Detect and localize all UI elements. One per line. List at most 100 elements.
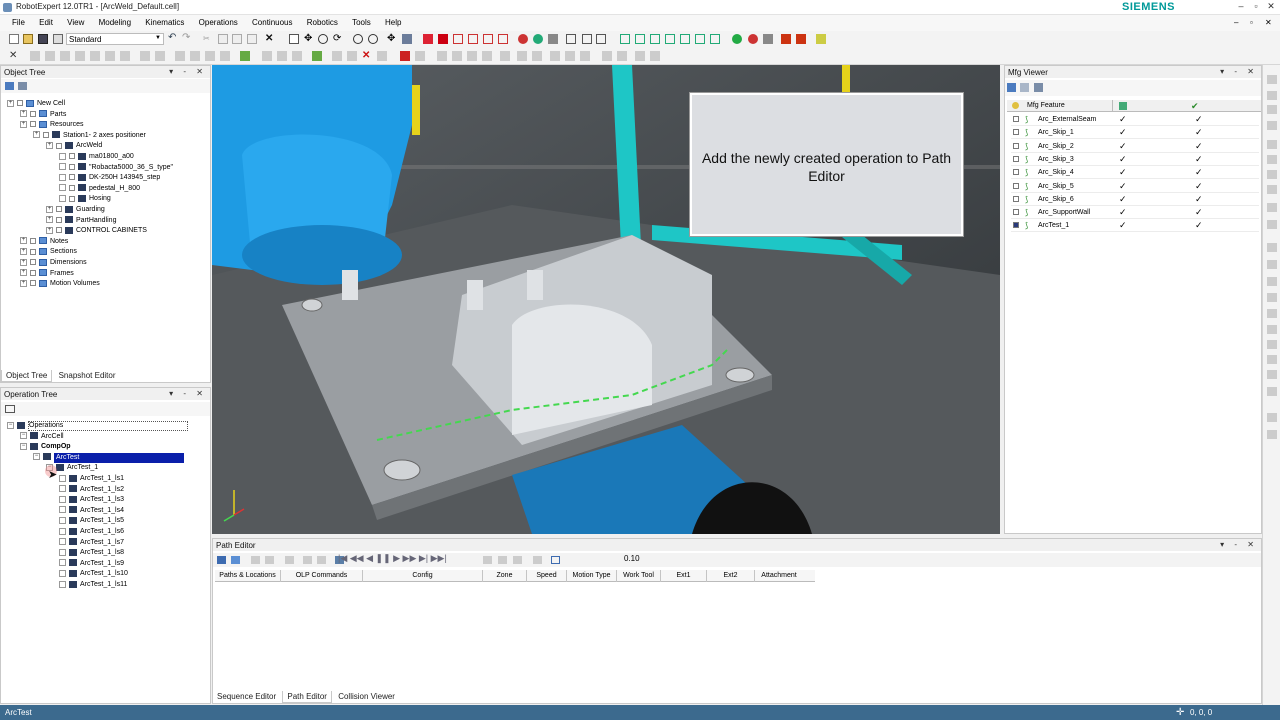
column-motion-type[interactable]: Motion Type (567, 570, 617, 582)
tb2-icon-17[interactable] (292, 51, 302, 61)
robot-jog-icon[interactable] (732, 34, 742, 44)
operation-tree-item[interactable]: ArcTest_1_ls6 (59, 527, 124, 537)
object-tree-item[interactable]: pedestal_H_800 (59, 184, 140, 194)
clipboard-icon[interactable] (247, 34, 257, 44)
tb2-icon-16[interactable] (277, 51, 287, 61)
panel-controls-icon[interactable]: ▾ ‑ ✕ (1220, 67, 1258, 76)
mdi-restore-icon[interactable]: ▫ (1250, 15, 1253, 27)
expand-icon[interactable]: + (7, 99, 14, 107)
side-icon-9[interactable] (1267, 203, 1277, 212)
object-tree-item[interactable]: + Parts (20, 110, 66, 120)
layout-icon[interactable] (53, 34, 63, 44)
mfg-checkbox-icon[interactable] (1013, 155, 1019, 162)
side-icon-11[interactable] (1267, 243, 1277, 252)
tb2-icon-2[interactable] (45, 51, 55, 61)
side-icon-1[interactable] (1267, 75, 1277, 84)
display-checkbox-icon[interactable] (30, 110, 36, 117)
mfg-checkbox-icon[interactable] (1013, 142, 1019, 149)
outline-icon[interactable] (483, 34, 493, 44)
pe-icon-13[interactable] (551, 556, 560, 564)
mfg-row[interactable]: ⟆ ArcTest_1 ✓ ✓ (1011, 219, 1259, 233)
expand-icon[interactable] (59, 548, 66, 556)
operation-tree-item[interactable]: ArcTest_1_ls10 (59, 569, 128, 579)
layer5-icon[interactable] (680, 34, 690, 44)
tab-object-tree[interactable]: Object Tree (1, 370, 53, 382)
tb2-icon-11[interactable] (190, 51, 200, 61)
object-tree-item[interactable]: + Station1- 2 axes positioner (33, 131, 146, 141)
pe-icon-9[interactable] (483, 556, 492, 564)
save-icon[interactable] (38, 34, 48, 44)
side-icon-21[interactable] (1267, 413, 1277, 422)
tb2-icon-1[interactable] (30, 51, 40, 61)
expand-icon[interactable] (59, 163, 66, 171)
mfg-checkbox-icon[interactable] (1013, 209, 1019, 216)
object-tree-item[interactable]: + Resources (20, 120, 83, 130)
tb2-icon-9[interactable] (155, 51, 165, 61)
mfg-settings-icon[interactable] (1020, 83, 1029, 92)
column-attachment[interactable]: Attachment (755, 570, 803, 582)
object-tree-item[interactable]: + PartHandling (46, 216, 116, 226)
object-tree-item[interactable]: + Sections (20, 247, 77, 257)
marker-icon[interactable] (533, 34, 543, 44)
mfg-row[interactable]: ⟆ Arc_Skip_1 ✓ ✓ (1011, 126, 1259, 140)
object-tree-item[interactable]: + Dimensions (20, 258, 87, 268)
side-icon-2[interactable] (1267, 91, 1277, 100)
mdi-minimize-icon[interactable]: – (1234, 15, 1238, 27)
side-icon-14[interactable] (1267, 293, 1277, 302)
tb2-icon-15[interactable] (262, 51, 272, 61)
display-checkbox-icon[interactable] (43, 131, 49, 138)
tree-options-icon[interactable] (18, 82, 27, 90)
expand-icon[interactable]: − (20, 432, 27, 440)
operation-tree-item[interactable]: − CompOp (20, 442, 71, 452)
tb2-icon-10[interactable] (175, 51, 185, 61)
tb2-icon-30[interactable] (532, 51, 542, 61)
zoom-box-icon[interactable] (368, 34, 378, 44)
mfg-row[interactable]: ⟆ Arc_Skip_6 ✓ ✓ (1011, 193, 1259, 206)
tb2-delete-icon[interactable]: ✕ (362, 51, 372, 61)
expand-icon[interactable] (59, 580, 66, 588)
column-speed[interactable]: Speed (527, 570, 567, 582)
side-icon-10[interactable] (1267, 220, 1277, 229)
operation-tree-item[interactable]: ArcTest_1_ls8 (59, 548, 124, 558)
tb2-icon-7[interactable] (120, 51, 130, 61)
tree-filter-icon[interactable] (5, 405, 15, 413)
tb2-icon-6[interactable] (105, 51, 115, 61)
object-tree-item[interactable]: + Guarding (46, 205, 105, 215)
display-checkbox-icon[interactable] (69, 195, 75, 202)
move-down-icon[interactable] (317, 556, 326, 564)
side-icon-18[interactable] (1267, 355, 1277, 364)
operation-tree-item[interactable]: ArcTest_1_ls2 (59, 485, 124, 495)
tb2-icon-36[interactable] (635, 51, 645, 61)
object-tree-item[interactable]: + CONTROL CABINETS (46, 226, 147, 236)
expand-icon[interactable] (59, 152, 66, 160)
operation-tree-item[interactable]: − ArcTest (33, 452, 184, 463)
paste-icon[interactable] (232, 34, 242, 44)
object-tree-item[interactable]: + Notes (20, 237, 68, 247)
object-tree-item[interactable]: "Robacta5000_36_S_type" (59, 163, 173, 173)
column-ext2[interactable]: Ext2 (707, 570, 755, 582)
redo-icon[interactable]: ↷ (182, 33, 192, 44)
expand-icon[interactable] (59, 538, 66, 546)
tab-collision-viewer[interactable]: Collision Viewer (334, 691, 399, 702)
mfg-checkbox-icon[interactable] (1013, 222, 1019, 229)
side-icon-8[interactable] (1267, 185, 1277, 194)
tab-snapshot-editor[interactable]: Snapshot Editor (55, 370, 120, 381)
menu-continuous[interactable]: Continuous (252, 15, 292, 27)
pe-icon-12[interactable] (533, 556, 542, 564)
display-checkbox-icon[interactable] (56, 216, 62, 223)
expand-icon[interactable] (59, 173, 66, 181)
layer6-icon[interactable] (695, 34, 705, 44)
menu-modeling[interactable]: Modeling (99, 15, 131, 27)
expand-icon[interactable]: + (20, 279, 27, 287)
deselect-icon[interactable]: ✕ (9, 51, 19, 61)
tb2-icon-22[interactable] (400, 51, 410, 61)
robot-reach-icon[interactable] (748, 34, 758, 44)
tb2-icon-20[interactable] (347, 51, 357, 61)
object-tree-item[interactable]: + Motion Volumes (20, 279, 100, 289)
menu-file[interactable]: File (12, 15, 25, 27)
expand-icon[interactable] (59, 506, 66, 514)
pe-icon-4[interactable] (265, 556, 274, 564)
tb2-icon-33[interactable] (580, 51, 590, 61)
expand-icon[interactable]: − (20, 442, 27, 450)
side-icon-4[interactable] (1267, 121, 1277, 130)
